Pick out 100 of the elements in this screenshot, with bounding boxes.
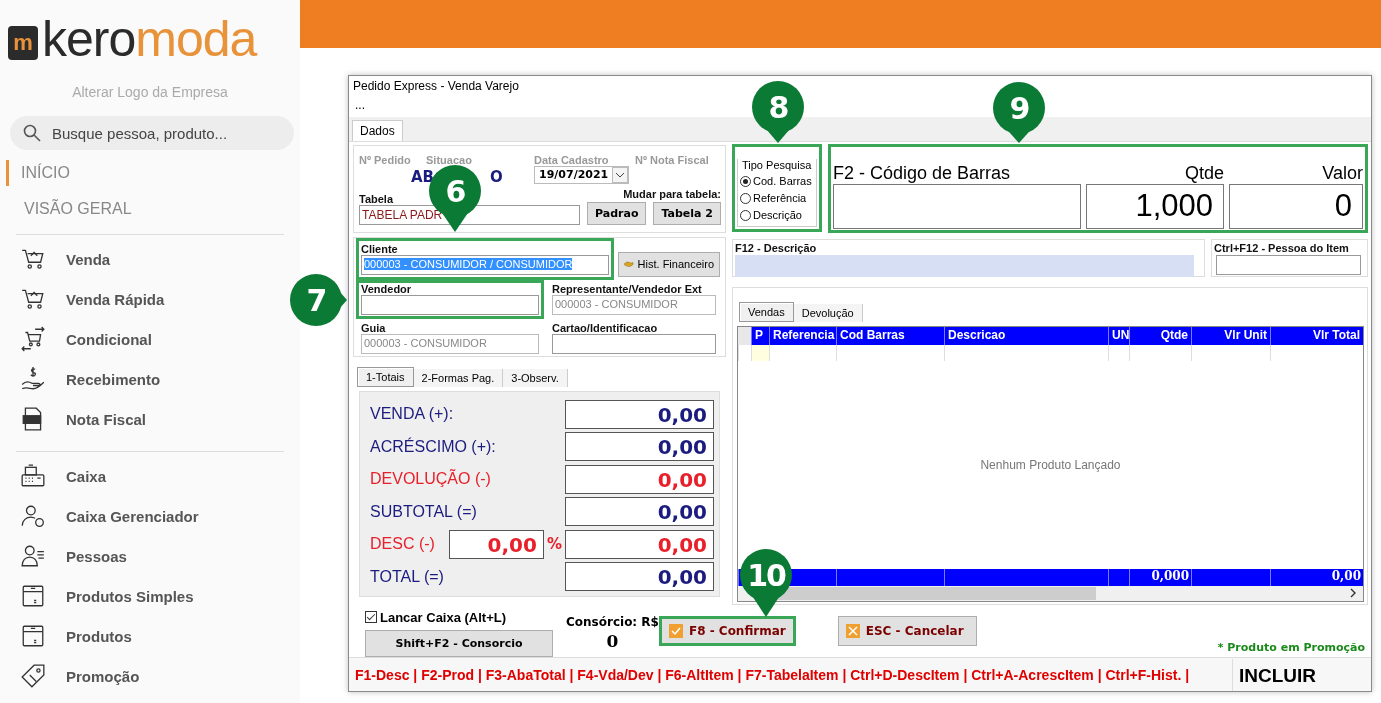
- logo: m keromoda: [8, 12, 257, 64]
- box-icon: [20, 623, 46, 649]
- consorcio-button[interactable]: Shift+F2 - Consorcio: [365, 630, 553, 658]
- field-label: F12 - Descrição: [735, 241, 817, 254]
- mode-indicator: INCLUIR: [1232, 658, 1365, 691]
- box-icon: [20, 583, 46, 609]
- quantity-field[interactable]: 1,000: [1086, 183, 1224, 229]
- total-value: 0,00: [565, 464, 714, 494]
- menu-item[interactable]: Venda Rápida: [20, 279, 165, 319]
- total-value: 0,00: [565, 432, 714, 462]
- checkbox-option[interactable]: Lancar Caixa (Alt+L): [365, 607, 507, 628]
- tab[interactable]: 3-Observ.: [503, 368, 568, 387]
- menu-item[interactable]: Caixa Gerenciador: [20, 496, 199, 536]
- search-icon: [23, 124, 41, 142]
- menu-item[interactable]: Condicional: [20, 319, 152, 359]
- percent-field[interactable]: 0,00: [448, 529, 544, 559]
- window-title: Pedido Express - Venda Varejo: [352, 78, 519, 95]
- empty-message: Nenhum Produto Lançado: [980, 457, 1121, 472]
- field-label: Vendedor: [361, 282, 412, 295]
- field-label: Cartao/Identificacao: [552, 321, 658, 334]
- total-value: 0,00: [565, 497, 714, 527]
- barcode-field[interactable]: [833, 183, 1081, 229]
- tag-icon: [20, 663, 46, 689]
- input-field[interactable]: [1216, 254, 1361, 275]
- radio-option[interactable]: Descrição: [740, 206, 802, 224]
- group-legend: Tipo Pesquisa: [742, 158, 812, 171]
- field-label: F2 - Código de Barras: [833, 162, 1011, 184]
- status-text: AB: [411, 167, 435, 188]
- field-label: Nº Nota Fiscal: [635, 153, 709, 166]
- dropdown-icon: [612, 166, 628, 183]
- confirm-button[interactable]: F8 - Confirmar: [658, 616, 796, 647]
- menu-item[interactable]: Promoção: [20, 656, 140, 696]
- field-value: 000003 - CONSUMIDOR / CONSUMIDOR: [364, 257, 573, 270]
- value-field[interactable]: 0: [1229, 183, 1363, 229]
- table-cell: 0,00: [1331, 568, 1361, 583]
- field-label: Data Cadastro: [534, 153, 610, 166]
- column-header[interactable]: Vlr Unit: [1191, 326, 1270, 345]
- cart-arrows-icon: [20, 326, 46, 352]
- tab[interactable]: Vendas: [739, 301, 794, 322]
- column-header[interactable]: P: [751, 326, 769, 345]
- menu-item[interactable]: Nota Fiscal: [20, 399, 147, 439]
- input-field[interactable]: [361, 294, 539, 315]
- hand-dollar-icon: [20, 366, 46, 392]
- tab[interactable]: Dados: [352, 119, 403, 141]
- chevron-right-icon: [1349, 588, 1357, 599]
- tab[interactable]: 1-Totais: [357, 366, 414, 387]
- nav-item[interactable]: VISÃO GERAL: [6, 196, 132, 222]
- field-label: Tabela: [359, 192, 394, 205]
- status-text: O: [490, 167, 503, 188]
- radio-option[interactable]: Referência: [740, 189, 807, 207]
- field-label: Representante/Vendedor Ext: [552, 282, 702, 295]
- description-field[interactable]: [735, 254, 1194, 277]
- menu-item[interactable]: ...: [349, 97, 365, 117]
- field-label: Ctrl+F12 - Pessoa do Item: [1214, 241, 1349, 254]
- column-header[interactable]: UN: [1108, 326, 1129, 345]
- column-header[interactable]: Vlr Total: [1270, 326, 1363, 345]
- menu-item[interactable]: Recebimento: [20, 359, 161, 399]
- field-label: Mudar para tabela:: [623, 187, 721, 200]
- shortcut-hints: F1-Desc | F2-Prod | F3-AbaTotal | F4-Vda/Dev | F6-AltItem | F7-TabelaItem | Ctrl+D-DescItem | Ctrl+A-AcrescItem | Ctrl+F-Hist. |: [354, 666, 1191, 683]
- date-field[interactable]: 19/07/2021: [534, 165, 629, 184]
- percent-sign: %: [546, 535, 562, 554]
- field-label: Cliente: [361, 242, 398, 255]
- total-label: DESC (-): [370, 535, 435, 554]
- menu-item[interactable]: Produtos: [20, 616, 132, 656]
- column-header[interactable]: Qtde: [1129, 326, 1191, 345]
- total-label: SUBTOTAL (=): [370, 502, 477, 521]
- history-button[interactable]: Hist. Financeiro: [618, 251, 720, 277]
- cancel-button[interactable]: ESC - Cancelar: [837, 616, 977, 647]
- menu-item[interactable]: Produtos Simples: [20, 576, 194, 616]
- bag-icon: m: [8, 26, 38, 60]
- consorcio-value: 0: [606, 631, 619, 652]
- close-icon: [845, 624, 860, 639]
- menu-item[interactable]: Caixa: [20, 456, 107, 496]
- field-label: Guia: [361, 321, 386, 334]
- total-label: VENDA (+):: [370, 405, 454, 424]
- input-field[interactable]: [552, 333, 716, 354]
- column-header[interactable]: Descricao: [944, 326, 1108, 345]
- field-label: Situacao: [426, 153, 473, 166]
- tab[interactable]: Devolução: [793, 303, 863, 322]
- cash-register-icon: [20, 463, 46, 489]
- table-button[interactable]: Tabela 2: [653, 201, 721, 225]
- total-value: 0,00: [565, 562, 714, 592]
- checkmark-icon: [668, 624, 683, 639]
- nav-item[interactable]: INÍCIO: [6, 160, 70, 186]
- column-header[interactable]: Referencia: [769, 326, 836, 345]
- total-label: TOTAL (=): [370, 567, 444, 586]
- total-label: ACRÉSCIMO (+):: [370, 437, 496, 456]
- column-header[interactable]: Cod Barras: [836, 326, 944, 345]
- table-button[interactable]: Padrao: [587, 201, 647, 225]
- tab[interactable]: 2-Formas Pag.: [413, 368, 504, 387]
- menu-item[interactable]: Venda: [20, 239, 111, 279]
- total-label: DEVOLUÇÃO (-): [370, 470, 491, 489]
- radio-option[interactable]: Cod. Barras: [740, 172, 812, 190]
- field-label: Nº Pedido: [359, 153, 412, 166]
- total-value: 0,00: [565, 399, 714, 429]
- table-cell: 0,000: [1151, 568, 1189, 583]
- menu-item[interactable]: Pessoas: [20, 536, 127, 576]
- person-list-icon: [20, 543, 46, 569]
- search-field[interactable]: Busque pessoa, produto...: [10, 116, 294, 150]
- consorcio-label: Consórcio: R$: [566, 615, 659, 630]
